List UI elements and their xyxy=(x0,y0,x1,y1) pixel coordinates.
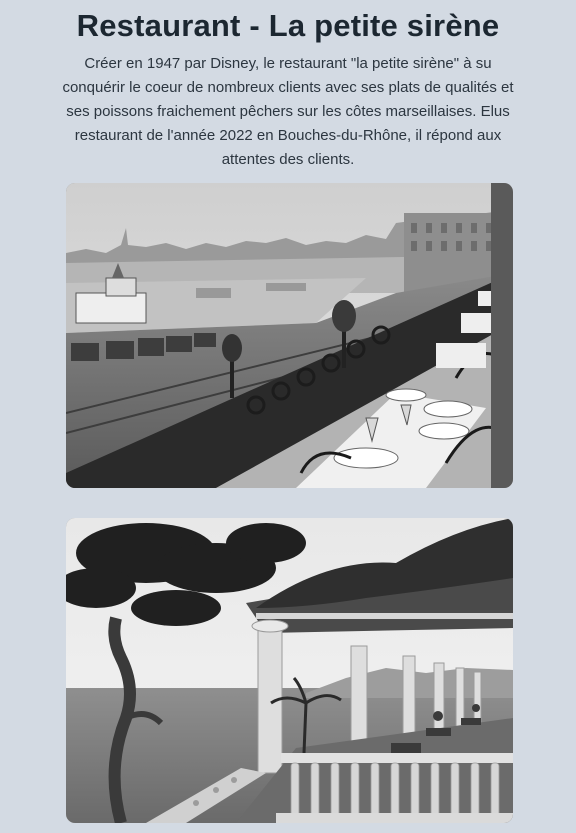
page-title: Restaurant - La petite sirène xyxy=(76,8,500,43)
restaurant-description: Créer en 1947 par Disney, le restaurant … xyxy=(62,55,514,168)
historic-terrace-image xyxy=(66,183,513,488)
seaside-terrace-image xyxy=(66,518,513,823)
restaurant-page: Restaurant - La petite sirène Créer en 1… xyxy=(0,0,576,833)
historic-terrace-photo xyxy=(66,183,513,488)
seaside-terrace-photo xyxy=(66,518,513,823)
